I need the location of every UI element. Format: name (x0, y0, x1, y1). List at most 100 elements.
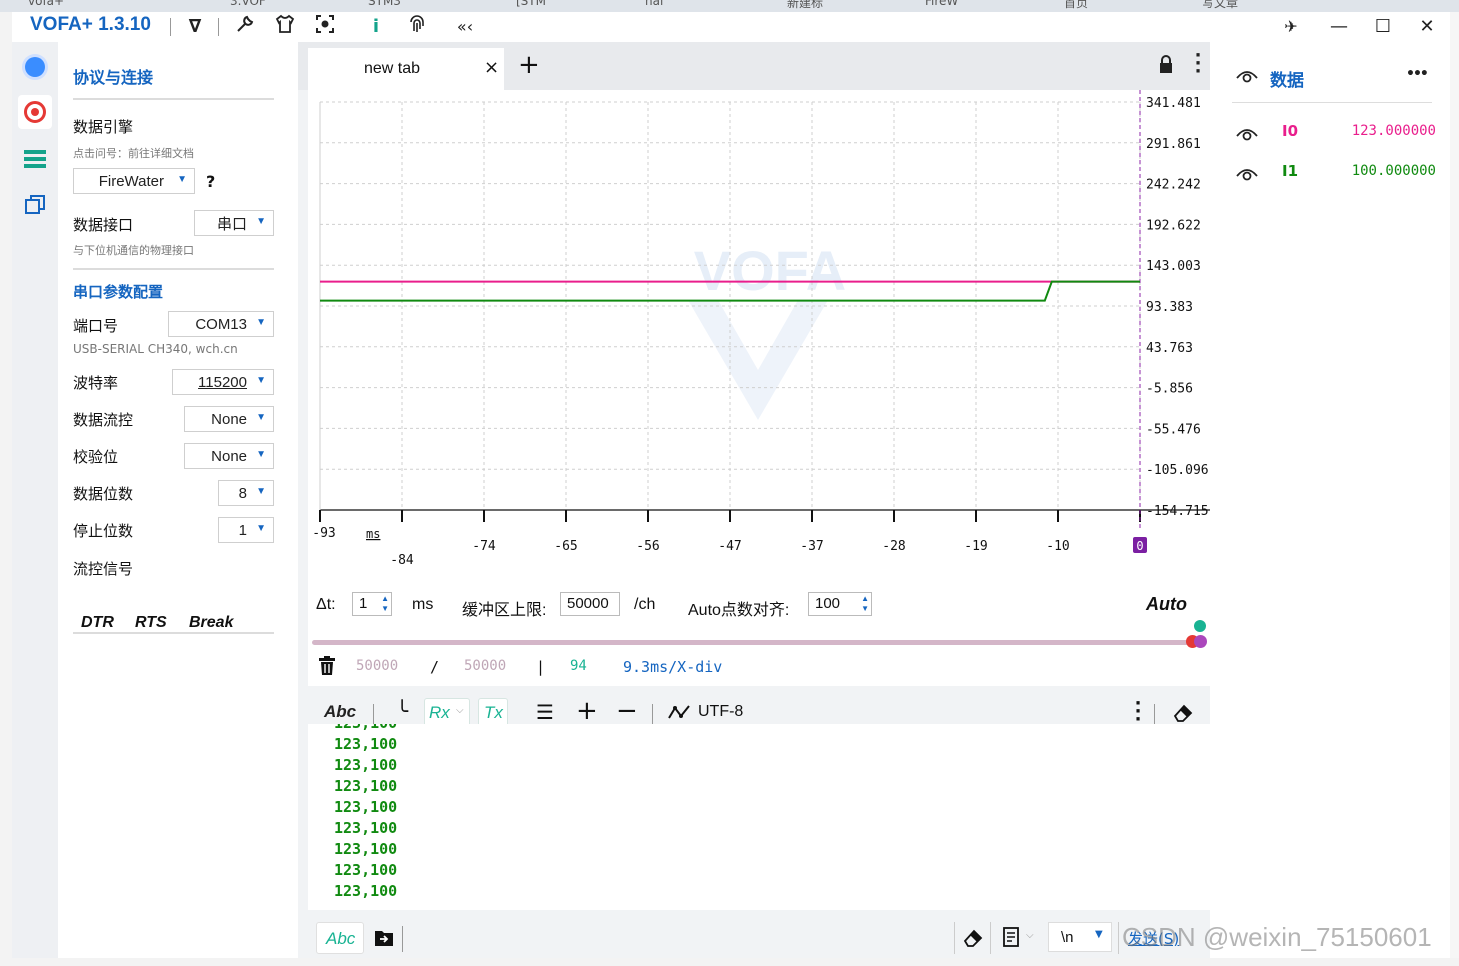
waveform-icon[interactable] (668, 704, 690, 726)
buffer-input[interactable]: 50000 (560, 592, 620, 616)
menu-list-icon[interactable] (18, 142, 52, 176)
close-icon[interactable]: ✕ (1414, 14, 1440, 40)
rts-button[interactable]: RTS (135, 614, 167, 632)
browser-tab[interactable]: 3.VOF (230, 0, 266, 10)
engine-label: 数据引擎 (73, 118, 134, 136)
variable-row[interactable]: I0 123.000000 (1236, 122, 1436, 146)
timestamp-icon[interactable]: ╰ (396, 699, 408, 723)
scroll-handle-top[interactable] (1194, 620, 1206, 632)
x-tick-label: -19 (964, 539, 987, 554)
trash-icon[interactable] (318, 656, 336, 680)
data-bits-select[interactable]: 8 ▼ (218, 480, 274, 506)
info-icon[interactable]: i (366, 14, 386, 40)
count-separator: / (430, 658, 440, 676)
chevron-down-icon: ▼ (1095, 929, 1103, 940)
y-tick-label: -154.715 (1146, 504, 1209, 519)
browser-tab[interactable]: hal (645, 0, 663, 10)
line-chart: VOFA 341.481 291.861 242.242 192.622 143.003 9… (312, 90, 1210, 568)
tab-new-tab[interactable]: new tab × (308, 48, 504, 90)
title-bar[interactable]: VOFA+ 1.3.10 ∇ i «‹ ✈ — ☐ ✕ (12, 12, 1450, 42)
eye-icon[interactable] (1236, 166, 1258, 186)
toolbar-divider (1154, 704, 1155, 724)
browser-tab[interactable]: vofa+ (28, 0, 64, 10)
y-tick-label: 43.763 (1146, 341, 1193, 356)
terminal-line: 123,100 (334, 840, 398, 858)
rx-label: Rx (429, 703, 450, 722)
send-file-icon[interactable] (374, 928, 394, 952)
send-text-mode-button[interactable]: Abc (316, 922, 364, 954)
lock-icon[interactable] (1158, 55, 1174, 79)
y-tick-label: -5.856 (1146, 382, 1193, 397)
toolbar-divider (1118, 922, 1119, 954)
engine-help-button[interactable]: ? (206, 172, 215, 191)
break-button[interactable]: Break (189, 614, 233, 632)
encoding-select[interactable]: UTF-8 (698, 703, 743, 721)
record-icon[interactable] (18, 95, 52, 129)
browser-tab[interactable]: FireW (925, 0, 958, 10)
toolbar-divider (652, 704, 653, 724)
fingerprint-icon[interactable] (404, 14, 430, 40)
tab-bar: new tab × + · · · (298, 42, 1210, 90)
windows-icon[interactable] (18, 188, 52, 222)
clear-send-icon[interactable] (962, 928, 984, 952)
browser-tab[interactable]: 新建标 (787, 0, 823, 10)
interface-select[interactable]: 串口 ▼ (194, 210, 274, 236)
shirt-icon[interactable] (272, 14, 298, 40)
chevron-down-icon: ▼ (256, 412, 266, 423)
collapse-icon[interactable]: «‹ (452, 14, 478, 40)
more-icon[interactable]: ••• (1406, 66, 1429, 82)
auto-align-input[interactable]: 100 ▲ ▼ (808, 592, 872, 616)
eye-icon[interactable] (1236, 126, 1258, 146)
connection-status-icon[interactable] (18, 50, 52, 84)
add-tab-button[interactable]: + (518, 50, 540, 80)
browser-tab[interactable]: [STM (516, 0, 546, 10)
text-mode-button[interactable]: Abc (324, 702, 356, 722)
vofa-logo-icon[interactable]: ∇ (182, 14, 208, 40)
dtr-button[interactable]: DTR (81, 614, 114, 632)
capture-icon[interactable] (312, 14, 338, 40)
dt-value: 1 (359, 595, 368, 612)
text-format-icon[interactable]: ☰ (536, 700, 554, 724)
spinner-icon[interactable]: ▲ ▼ (861, 594, 869, 614)
engine-select[interactable]: FireWater ▼ (73, 168, 195, 194)
eye-icon[interactable] (1236, 68, 1258, 88)
spinner-icon[interactable]: ▲ ▼ (381, 594, 389, 614)
stop-bits-select[interactable]: 1 ▼ (218, 517, 274, 543)
browser-tab[interactable]: 写文章 (1202, 0, 1238, 10)
browser-tab[interactable]: STM3 (368, 0, 401, 10)
waveform-plot[interactable]: VOFA 341.481 291.861 242.242 192.622 143.003 9… (308, 90, 1210, 576)
tab-close-icon[interactable]: × (484, 57, 499, 78)
chevron-down-icon[interactable]: ⌵ (1026, 930, 1034, 941)
browser-page-right (1450, 12, 1459, 966)
port-select[interactable]: COM13 ▼ (168, 311, 274, 337)
flow-control-select[interactable]: None ▼ (184, 406, 274, 432)
browser-tab[interactable]: 首页 (1064, 0, 1088, 10)
wrench-icon[interactable] (232, 14, 258, 40)
rx-more-icon[interactable]: · · · (1134, 695, 1142, 729)
auto-align-label: Auto点数对齐: (688, 602, 790, 619)
receive-terminal[interactable]: 123,100 123,100 123,100 123,100 123,100 … (308, 724, 1210, 910)
y-tick-label: -55.476 (1146, 422, 1201, 437)
history-icon[interactable] (1002, 926, 1022, 952)
minimize-icon[interactable]: — (1326, 14, 1352, 40)
chevron-down-icon: ▼ (256, 216, 266, 227)
zoom-out-icon[interactable]: − (616, 696, 638, 726)
scroll-handle-right[interactable] (1194, 635, 1207, 648)
dt-input[interactable]: 1 ▲ ▼ (352, 592, 392, 616)
newline-select[interactable]: \n ▼ (1048, 922, 1112, 952)
pin-icon[interactable]: ✈ (1278, 14, 1304, 40)
auto-button[interactable]: Auto (1146, 594, 1187, 615)
variable-row[interactable]: I1 100.000000 (1236, 162, 1436, 186)
parity-select[interactable]: None ▼ (184, 443, 274, 469)
browser-tab-strip: vofa+ 3.VOF STM3 [STM hal 新建标 FireW 首页 写… (0, 0, 1459, 12)
baud-select[interactable]: 115200 ▼ (172, 369, 274, 395)
interface-select-value: 串口 (216, 215, 247, 233)
tab-more-icon[interactable]: · · · (1194, 47, 1202, 81)
maximize-icon[interactable]: ☐ (1370, 14, 1396, 40)
terminal-line: 123,100 (334, 735, 398, 753)
terminal-line: 123,100 (334, 819, 398, 837)
time-scrollbar[interactable] (312, 640, 1198, 645)
toolbar-divider (170, 18, 171, 36)
x-tick-label: -65 (554, 539, 577, 554)
zoom-in-icon[interactable]: + (576, 696, 598, 726)
